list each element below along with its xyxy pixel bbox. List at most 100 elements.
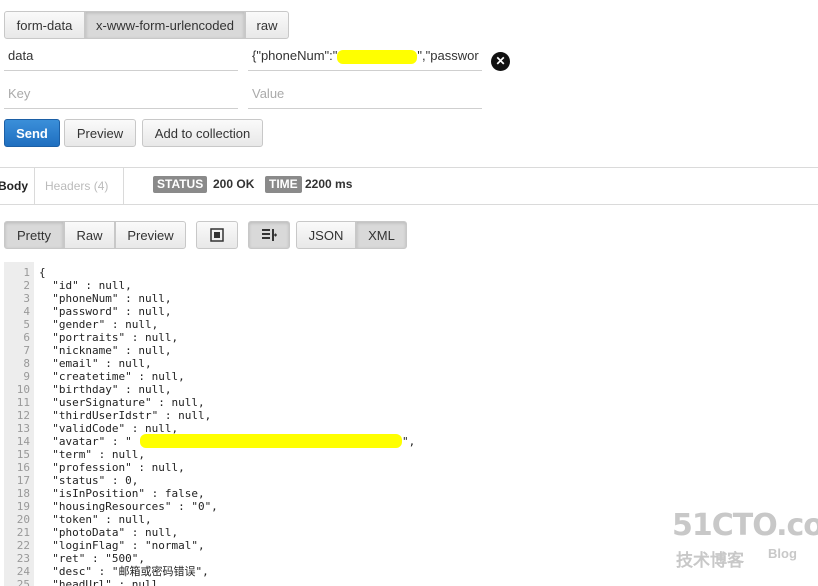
code-text: "gender" : null, bbox=[39, 318, 159, 331]
code-text: "desc" : "邮箱或密码错误", bbox=[39, 565, 209, 578]
code-text: "housingResources" : "0", bbox=[39, 500, 218, 513]
line-number: 4 bbox=[23, 305, 30, 318]
status-value: 200 OK bbox=[213, 177, 255, 191]
line-number: 19 bbox=[16, 500, 30, 513]
status-badge: STATUS bbox=[153, 176, 208, 193]
code-line: 6 "portraits" : null, bbox=[4, 331, 804, 344]
line-number: 11 bbox=[16, 396, 30, 409]
line-number: 1 bbox=[23, 266, 30, 279]
divider bbox=[0, 204, 818, 205]
view-pretty-button[interactable]: Pretty bbox=[4, 221, 64, 249]
param-value-field[interactable]: {"phoneNum":" ","passwor bbox=[248, 41, 482, 71]
tab-raw[interactable]: raw bbox=[245, 11, 289, 39]
code-text: "portraits" : null, bbox=[39, 331, 179, 344]
code-line: 8 "email" : null, bbox=[4, 357, 804, 370]
line-number: 5 bbox=[23, 318, 30, 331]
line-number: 15 bbox=[16, 448, 30, 461]
code-line: 5 "gender" : null, bbox=[4, 318, 804, 331]
line-number: 14 bbox=[16, 435, 30, 448]
format-json-button[interactable]: JSON bbox=[296, 221, 356, 249]
redacted-highlight bbox=[337, 49, 418, 64]
code-text: "password" : null, bbox=[39, 305, 172, 318]
code-text: "avatar" : " bbox=[39, 435, 132, 448]
code-line: 14 "avatar" : " ", bbox=[4, 434, 804, 448]
code-text: "loginFlag" : "normal", bbox=[39, 539, 205, 552]
code-line: 1{ bbox=[4, 266, 804, 279]
line-number: 2 bbox=[23, 279, 30, 292]
code-text: "term" : null, bbox=[39, 448, 145, 461]
code-line: 12 "thirdUserIdstr" : null, bbox=[4, 409, 804, 422]
avatar-suffix: ", bbox=[402, 435, 416, 448]
param-key-field[interactable]: data bbox=[4, 41, 238, 71]
code-text: "thirdUserIdstr" : null, bbox=[39, 409, 212, 422]
redacted-highlight bbox=[140, 434, 402, 448]
code-line: 7 "nickname" : null, bbox=[4, 344, 804, 357]
code-text: "phoneNum" : null, bbox=[39, 292, 172, 305]
code-line: 25 "headUrl" : null bbox=[4, 578, 804, 586]
code-text: "photoData" : null, bbox=[39, 526, 179, 539]
code-line: 2 "id" : null, bbox=[4, 279, 804, 292]
code-line: 11 "userSignature" : null, bbox=[4, 396, 804, 409]
wrap-lines-button[interactable] bbox=[248, 221, 290, 249]
time-badge: TIME bbox=[265, 176, 302, 193]
code-text: "token" : null, bbox=[39, 513, 152, 526]
code-text: "userSignature" : null, bbox=[39, 396, 205, 409]
line-number: 7 bbox=[23, 344, 30, 357]
preview-button[interactable]: Preview bbox=[64, 119, 136, 147]
tab-body[interactable]: Body bbox=[0, 168, 34, 204]
code-text: { bbox=[39, 266, 46, 279]
code-line: 3 "phoneNum" : null, bbox=[4, 292, 804, 305]
code-line: 4 "password" : null, bbox=[4, 305, 804, 318]
line-number: 22 bbox=[16, 539, 30, 552]
code-text: "birthday" : null, bbox=[39, 383, 172, 396]
code-text: "profession" : null, bbox=[39, 461, 185, 474]
line-number: 18 bbox=[16, 487, 30, 500]
param-key-input[interactable]: Key bbox=[4, 79, 238, 109]
line-number: 17 bbox=[16, 474, 30, 487]
wrap-lines-icon bbox=[262, 229, 277, 241]
code-text: "createtime" : null, bbox=[39, 370, 185, 383]
watermark-site: 51CTO.com bbox=[672, 508, 818, 543]
line-number: 21 bbox=[16, 526, 30, 539]
line-number: 8 bbox=[23, 357, 30, 370]
tab-separator bbox=[34, 168, 35, 204]
line-number: 24 bbox=[16, 565, 30, 578]
tab-form-data[interactable]: form-data bbox=[4, 11, 85, 39]
send-button[interactable]: Send bbox=[4, 119, 60, 147]
view-raw-button[interactable]: Raw bbox=[64, 221, 115, 249]
code-text: "email" : null, bbox=[39, 357, 152, 370]
code-line: 18 "isInPosition" : false, bbox=[4, 487, 804, 500]
code-line: 15 "term" : null, bbox=[4, 448, 804, 461]
line-number: 13 bbox=[16, 422, 30, 435]
close-icon[interactable]: ✕ bbox=[491, 52, 510, 71]
line-number: 10 bbox=[16, 383, 30, 396]
format-xml-button[interactable]: XML bbox=[356, 221, 407, 249]
line-number: 3 bbox=[23, 292, 30, 305]
watermark-tagline: 技术博客 bbox=[676, 551, 744, 570]
code-line: 13 "validCode" : null, bbox=[4, 422, 804, 435]
line-number: 9 bbox=[23, 370, 30, 383]
code-text: "id" : null, bbox=[39, 279, 132, 292]
line-number: 12 bbox=[16, 409, 30, 422]
line-number: 23 bbox=[16, 552, 30, 565]
code-text: "ret" : "500", bbox=[39, 552, 145, 565]
param-value-prefix: {"phoneNum":" bbox=[252, 48, 338, 63]
code-text: "nickname" : null, bbox=[39, 344, 172, 357]
param-value-input[interactable]: Value bbox=[248, 79, 482, 109]
line-number: 20 bbox=[16, 513, 30, 526]
code-line: 10 "birthday" : null, bbox=[4, 383, 804, 396]
fullscreen-icon bbox=[210, 228, 224, 242]
line-number: 6 bbox=[23, 331, 30, 344]
line-number: 25 bbox=[16, 578, 30, 586]
tab-headers[interactable]: Headers (4) bbox=[45, 168, 108, 204]
add-to-collection-button[interactable]: Add to collection bbox=[142, 119, 263, 147]
fullscreen-button[interactable] bbox=[196, 221, 238, 249]
view-preview-button[interactable]: Preview bbox=[115, 221, 186, 249]
code-text: "isInPosition" : false, bbox=[39, 487, 205, 500]
tab-x-www-form-urlencoded[interactable]: x-www-form-urlencoded bbox=[85, 11, 245, 39]
code-text: "headUrl" : null bbox=[39, 578, 159, 586]
code-line: 17 "status" : 0, bbox=[4, 474, 804, 487]
param-value-suffix: ","passwor bbox=[417, 48, 479, 63]
tab-separator bbox=[123, 168, 124, 204]
time-value: 2200 ms bbox=[305, 177, 353, 191]
